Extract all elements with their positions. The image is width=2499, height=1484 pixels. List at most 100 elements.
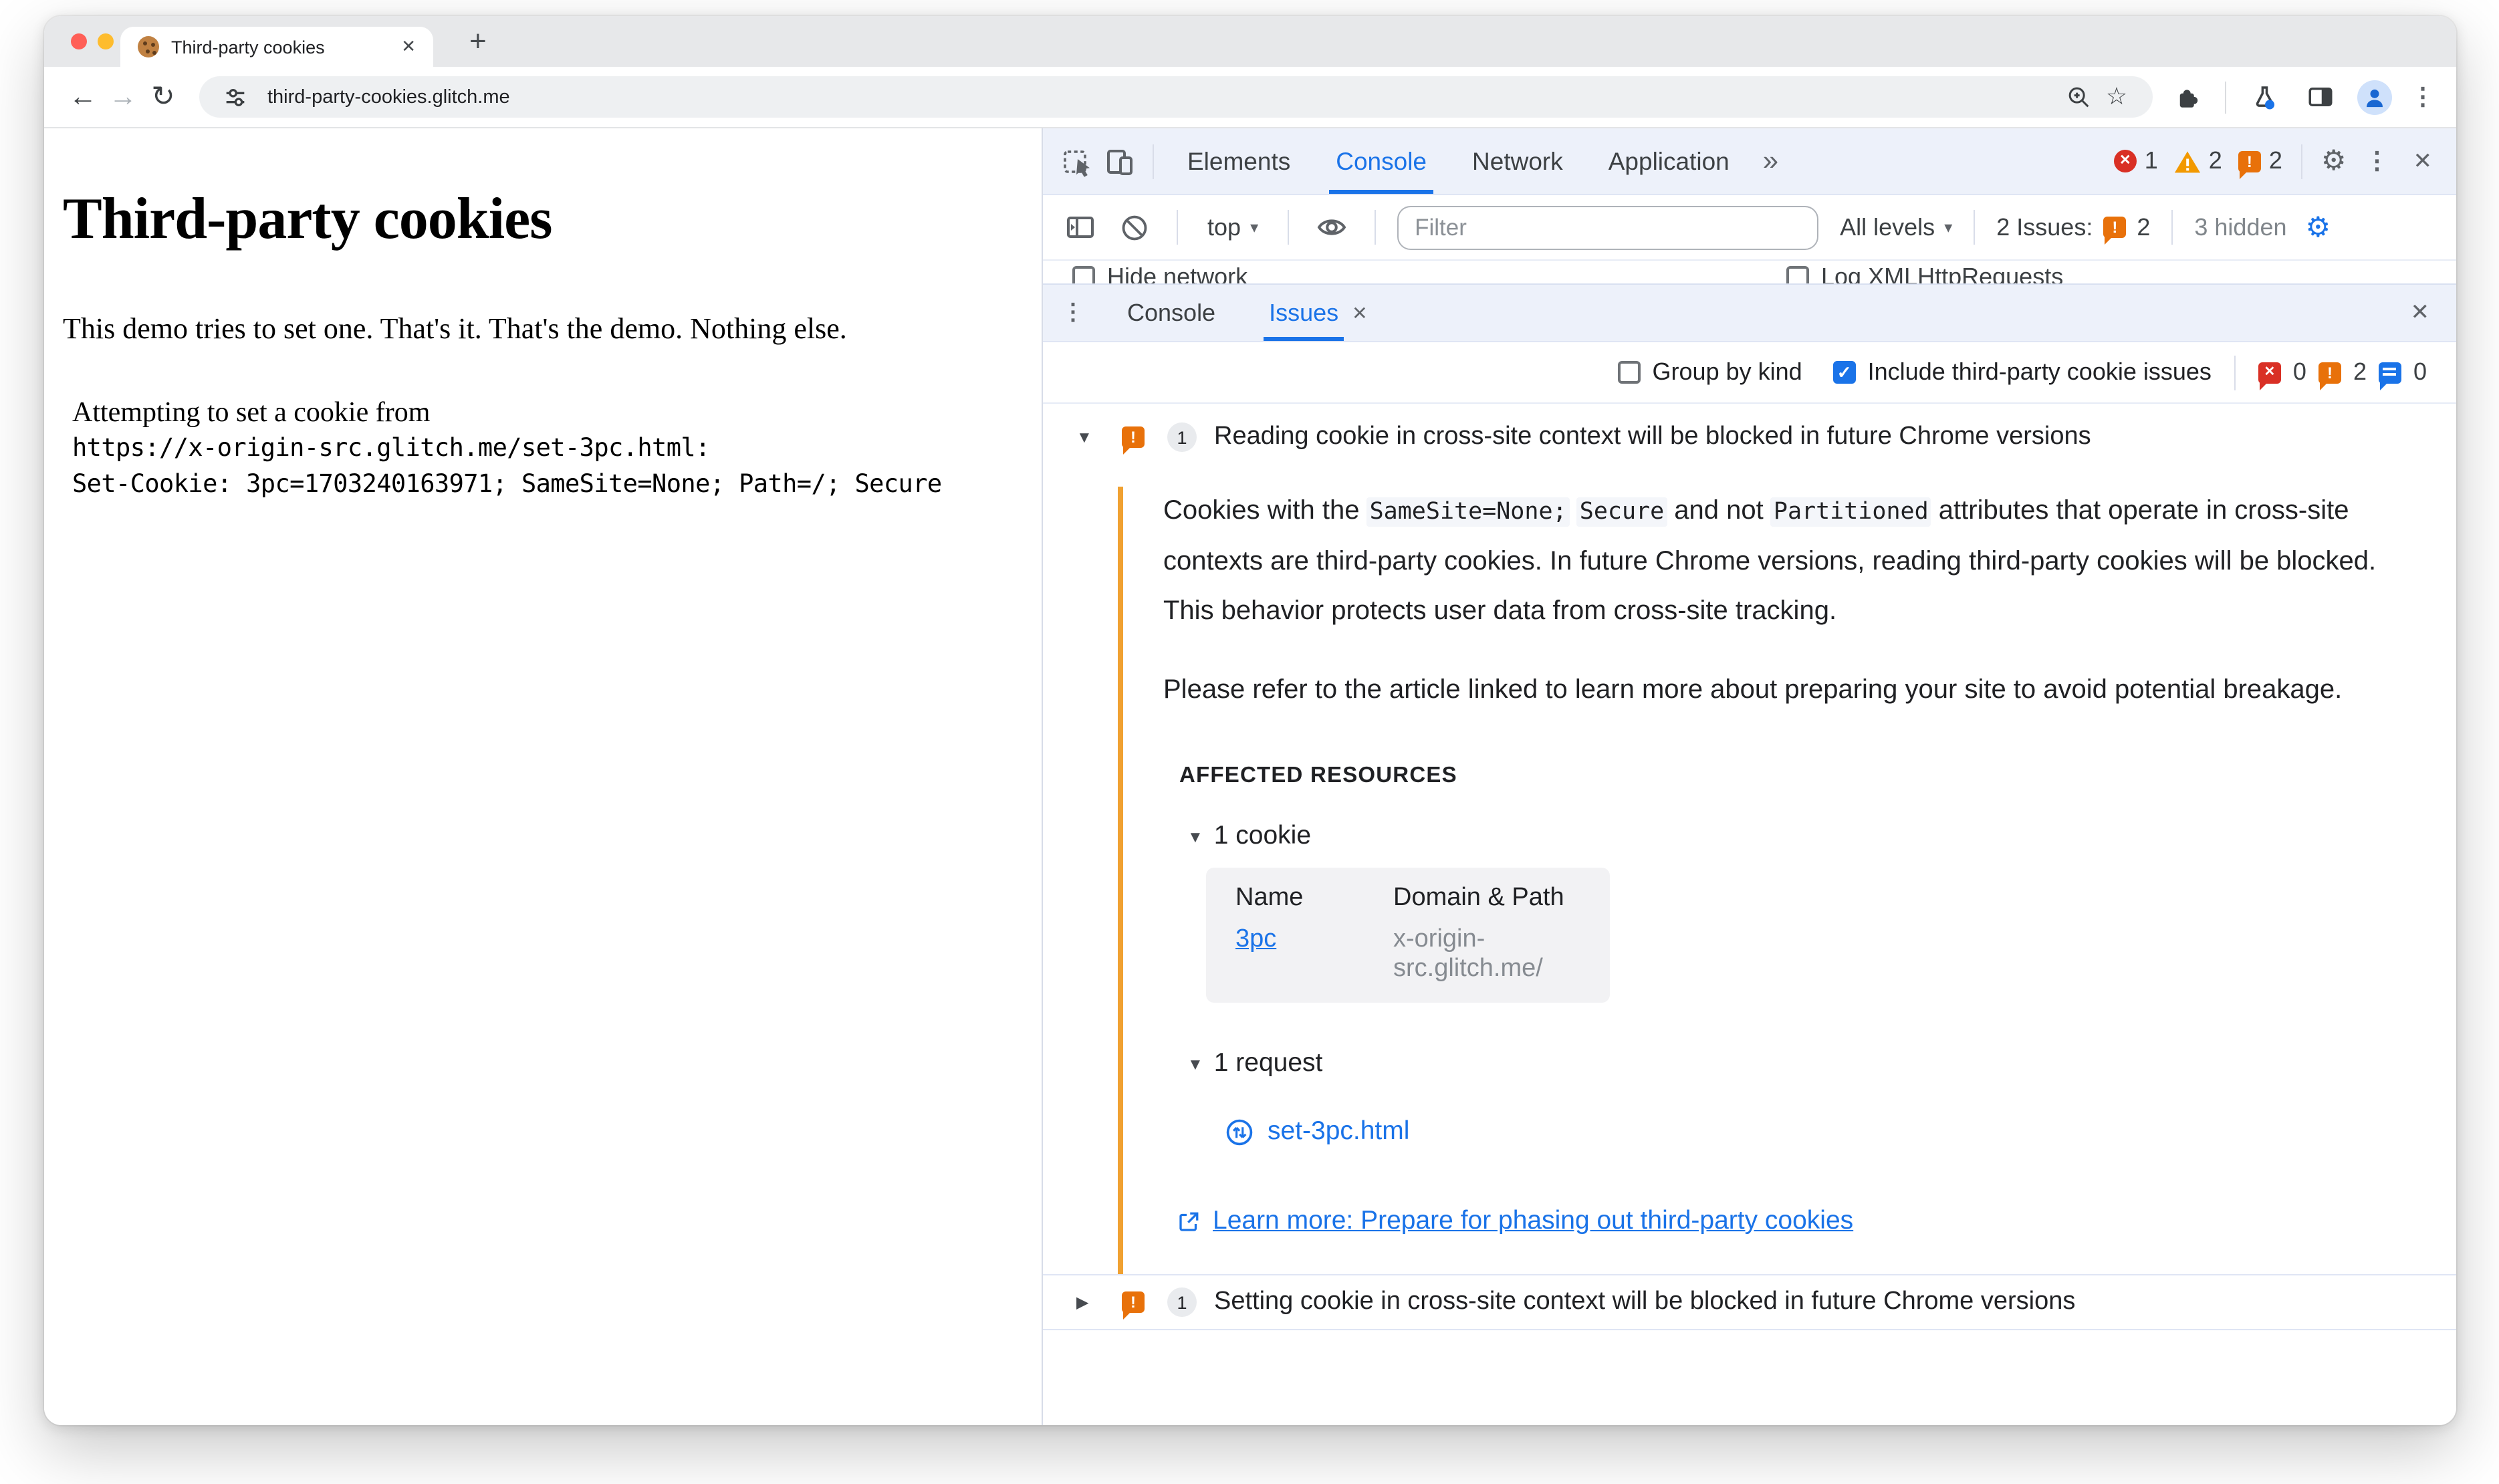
live-expression-eye-icon[interactable] — [1310, 206, 1353, 249]
console-settings-row: Hide network Log XMLHttpRequests — [1043, 261, 2456, 283]
drawer-tab-console[interactable]: Console — [1100, 285, 1242, 341]
devtools-menu-kebab-icon[interactable]: ⋮ — [2365, 147, 2389, 175]
console-toolbar: top ▾ All levels ▾ — [1043, 195, 2456, 261]
log-levels-dropdown[interactable]: All levels ▾ — [1840, 213, 1952, 241]
group-by-kind-checkbox[interactable] — [1617, 361, 1641, 384]
collapse-triangle-icon[interactable]: ▼ — [1076, 428, 1095, 447]
group-by-kind-option[interactable]: Group by kind — [1617, 358, 1802, 386]
tab-close-button[interactable]: ✕ — [397, 36, 420, 57]
devtools-tab-bar: Elements Console Network Application » ✕… — [1043, 128, 2456, 195]
browser-toolbar: ← → ↻ third-party-cookies.glitch.me ☆ ⋮ — [44, 67, 2456, 128]
request-file-link[interactable]: set-3pc.html — [1268, 1116, 1409, 1147]
error-count-icon[interactable]: ✕ — [2113, 150, 2137, 172]
browser-tab[interactable]: Third-party cookies ✕ — [120, 27, 433, 67]
console-toolbar-divider3 — [1375, 210, 1377, 245]
console-settings-gear-icon[interactable]: ⚙ — [2306, 211, 2331, 244]
hide-network-checkbox[interactable] — [1072, 266, 1095, 283]
collapse-triangle-icon[interactable]: ▼ — [1187, 1054, 1203, 1073]
cookie-name-link[interactable]: 3pc — [1235, 925, 1276, 953]
window-minimize-button[interactable] — [98, 33, 114, 49]
drawer-close-icon[interactable]: ✕ — [2411, 299, 2430, 326]
url-text[interactable]: third-party-cookies.glitch.me — [267, 86, 2060, 108]
devtools-close-icon[interactable]: ✕ — [2413, 148, 2433, 174]
issue-row-setting[interactable]: ▶ ! 1 Setting cookie in cross-site conte… — [1043, 1274, 2456, 1330]
issues-count: 2 — [2268, 147, 2282, 174]
warning-count: 2 — [2208, 147, 2222, 174]
window-content: Third-party cookies This demo tries to s… — [44, 128, 2456, 1425]
extensions-icon[interactable] — [2169, 78, 2206, 116]
zoom-icon[interactable] — [2060, 78, 2098, 116]
tab-elements[interactable]: Elements — [1165, 128, 1313, 194]
window-close-button[interactable] — [71, 33, 87, 49]
issues-summary-link[interactable]: 2 Issues: ! 2 — [1996, 213, 2150, 245]
network-request-icon — [1225, 1117, 1254, 1146]
forward-button[interactable]: → — [103, 81, 143, 113]
device-toolbar-icon[interactable] — [1099, 140, 1142, 182]
log-xhr-option[interactable]: Log XMLHttpRequests — [1786, 263, 2063, 283]
toolbar-right-icons: ⋮ — [2169, 78, 2435, 116]
affected-request: set-3pc.html — [1225, 1116, 2403, 1147]
log-xhr-checkbox[interactable] — [1786, 266, 1809, 283]
console-toolbar-divider5 — [2171, 210, 2173, 245]
site-settings-icon[interactable] — [217, 78, 254, 116]
learn-more-link[interactable]: Learn more: Prepare for phasing out thir… — [1213, 1206, 1853, 1237]
issues-list: ▼ ! 1 Reading cookie in cross-site conte… — [1043, 404, 2456, 1425]
context-selector[interactable]: top ▾ — [1199, 213, 1266, 241]
code-secure: Secure — [1576, 497, 1667, 527]
collapse-triangle-icon[interactable]: ▼ — [1187, 827, 1203, 846]
issue-badge-icon: ! — [1122, 426, 1145, 455]
profile-avatar[interactable] — [2357, 80, 2392, 114]
cookie-favicon — [138, 36, 159, 57]
learn-more-row: Learn more: Prepare for phasing out thir… — [1177, 1206, 2403, 1237]
cookie-url-line: https://x-origin-src.glitch.me/set-3pc.h… — [72, 435, 710, 463]
code-partitioned: Partitioned — [1770, 497, 1931, 527]
bookmark-star-icon[interactable]: ☆ — [2098, 78, 2135, 116]
devtools-status-badges: ✕ 1 2 ! 2 ⚙ ⋮ ✕ — [2113, 144, 2433, 178]
hidden-messages-label[interactable]: 3 hidden — [2194, 213, 2286, 241]
issue-row-reading[interactable]: ▼ ! 1 Reading cookie in cross-site conte… — [1043, 409, 2456, 465]
drawer-menu-kebab-icon[interactable]: ⋮ — [1062, 299, 1084, 326]
drawer-tab-issues[interactable]: Issues ✕ — [1242, 285, 1395, 341]
table-header: Name Domain & Path — [1235, 884, 1564, 912]
page-intro: This demo tries to set one. That's it. T… — [63, 312, 847, 345]
include-third-party-checkbox[interactable]: ✓ — [1832, 361, 1856, 384]
experiments-beaker-icon[interactable] — [2245, 78, 2282, 116]
console-sidebar-icon[interactable] — [1059, 206, 1102, 249]
tab-title: Third-party cookies — [171, 37, 325, 57]
issues-badge-icon[interactable]: ! — [2238, 150, 2261, 178]
browser-menu-kebab-icon[interactable]: ⋮ — [2411, 83, 2435, 111]
address-bar[interactable]: third-party-cookies.glitch.me ☆ — [199, 76, 2153, 118]
tab-network[interactable]: Network — [1449, 128, 1586, 194]
inspect-element-icon[interactable] — [1056, 140, 1099, 182]
improvements-badge-icon — [2378, 362, 2401, 390]
affected-resources-heading: AFFECTED RESOURCES — [1179, 763, 1457, 787]
request-group-toggle[interactable]: ▼ 1 request — [1187, 1048, 2403, 1079]
reload-button[interactable]: ↻ — [143, 80, 183, 114]
clear-console-icon[interactable] — [1112, 206, 1155, 249]
more-tabs-icon[interactable]: » — [1752, 145, 1789, 177]
web-page: Third-party cookies This demo tries to s… — [44, 128, 1042, 1425]
tab-console[interactable]: Console — [1313, 128, 1449, 194]
include-third-party-option[interactable]: ✓ Include third-party cookie issues — [1832, 358, 2212, 386]
issue-title[interactable]: Setting cookie in cross-site context wil… — [1214, 1287, 2075, 1317]
external-link-icon — [1177, 1209, 1201, 1233]
issue-details: Cookies with the SameSite=None; Secure a… — [1118, 487, 2456, 1274]
warning-triangle-icon[interactable] — [2174, 149, 2201, 173]
tab-application[interactable]: Application — [1586, 128, 1752, 194]
expand-triangle-icon[interactable]: ▶ — [1076, 1293, 1095, 1312]
devtools-settings-gear-icon[interactable]: ⚙ — [2321, 144, 2347, 178]
issues-tab-close-icon[interactable]: ✕ — [1352, 301, 1367, 324]
set-cookie-line: Set-Cookie: 3pc=1703240163971; SameSite=… — [72, 471, 942, 499]
console-filter-input[interactable] — [1397, 205, 1819, 249]
issue-title[interactable]: Reading cookie in cross-site context wil… — [1214, 422, 2091, 452]
affected-cookies-table: Name Domain & Path 3pc x-origin-src.glit… — [1206, 868, 1610, 1003]
side-panel-icon[interactable] — [2301, 78, 2339, 116]
console-toolbar-divider2 — [1288, 210, 1290, 245]
page-title: Third-party cookies — [63, 186, 552, 251]
hide-network-option[interactable]: Hide network — [1072, 263, 1247, 283]
issue-advice: Please refer to the article linked to le… — [1163, 675, 2343, 705]
cookie-group-toggle[interactable]: ▼ 1 cookie — [1187, 821, 2403, 852]
new-tab-button[interactable]: + — [469, 24, 487, 59]
issue-count-badge: 1 — [1167, 1287, 1197, 1317]
back-button[interactable]: ← — [63, 81, 103, 113]
